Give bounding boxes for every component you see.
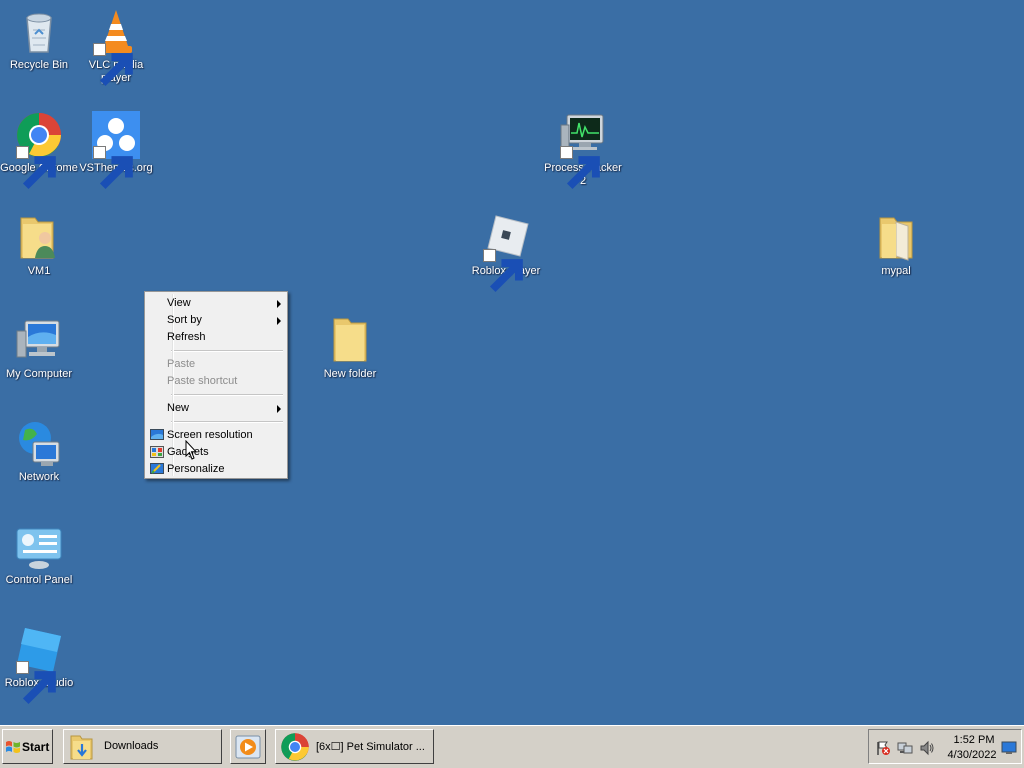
desktop-icon-google-chrome[interactable]: Google Chrome bbox=[0, 111, 78, 190]
menu-item-label: Refresh bbox=[167, 331, 206, 343]
submenu-arrow-icon bbox=[277, 405, 281, 413]
personalize-icon bbox=[150, 463, 164, 474]
menu-item-sort-by[interactable]: Sort by bbox=[147, 312, 285, 329]
shortcut-arrow-icon bbox=[560, 146, 600, 190]
desktop-icon-process-hacker[interactable]: Process Hacker 2 bbox=[544, 111, 622, 190]
desktop-icon-label: VM1 bbox=[27, 265, 51, 277]
desktop-icon-network[interactable]: Network bbox=[0, 420, 78, 484]
taskbar-button-chrome[interactable]: [6x☐] Pet Simulator ... bbox=[275, 729, 434, 764]
network-globe-icon bbox=[15, 420, 63, 468]
taskbar-button-media-player[interactable] bbox=[230, 729, 266, 764]
menu-item-new[interactable]: New bbox=[147, 400, 285, 417]
shortcut-arrow-icon bbox=[483, 249, 523, 293]
roblox-studio-icon bbox=[15, 626, 63, 705]
clock-time[interactable]: 1:52 PM bbox=[953, 734, 995, 746]
desktop[interactable]: Recycle Bin VLC media player Google Chro… bbox=[0, 0, 1024, 725]
desktop-icon-control-panel[interactable]: Control Panel bbox=[0, 523, 78, 587]
menu-item-label: Paste shortcut bbox=[167, 375, 238, 387]
start-label: Start bbox=[22, 740, 50, 754]
menu-item-gadgets[interactable]: Gadgets bbox=[147, 444, 285, 461]
menu-item-label: Screen resolution bbox=[167, 429, 253, 441]
folder-icon bbox=[326, 317, 374, 365]
menu-separator bbox=[171, 350, 283, 352]
desktop-icon-mypal[interactable]: mypal bbox=[857, 214, 935, 278]
menu-item-label: Sort by bbox=[167, 314, 202, 326]
desktop-icon-roblox-studio[interactable]: Roblox Studio bbox=[0, 626, 78, 705]
shortcut-arrow-icon bbox=[16, 146, 56, 190]
process-hacker-monitor-icon bbox=[559, 111, 607, 190]
submenu-arrow-icon bbox=[277, 300, 281, 308]
menu-separator bbox=[171, 394, 283, 396]
desktop-icon-label: Recycle Bin bbox=[9, 59, 69, 71]
menu-item-personalize[interactable]: Personalize bbox=[147, 461, 285, 478]
shortcut-arrow-icon bbox=[93, 146, 133, 190]
clock-date[interactable]: 4/30/2022 bbox=[947, 749, 997, 761]
gadgets-icon bbox=[150, 446, 164, 458]
desktop-icon-label: Network bbox=[18, 471, 60, 483]
menu-item-paste[interactable]: Paste bbox=[147, 356, 285, 373]
chrome-icon bbox=[281, 733, 309, 761]
desktop-context-menu: View Sort by Refresh Paste Paste shortcu… bbox=[144, 291, 288, 479]
task-label: [6x☐] Pet Simulator ... bbox=[316, 741, 425, 753]
folder-icon bbox=[872, 214, 920, 262]
menu-item-label: New bbox=[167, 402, 190, 414]
desktop-icon-roblox-player[interactable]: Roblox Player bbox=[467, 214, 545, 293]
menu-item-paste-shortcut[interactable]: Paste shortcut bbox=[147, 373, 285, 390]
roblox-player-icon bbox=[482, 214, 530, 293]
task-label: Downloads bbox=[104, 740, 159, 752]
system-tray: 1:52 PM 4/30/2022 bbox=[868, 729, 1022, 764]
computer-monitor-icon bbox=[15, 317, 63, 365]
desktop-icon-vlc-media-player[interactable]: VLC media player bbox=[77, 8, 155, 87]
menu-item-label: Personalize bbox=[167, 463, 225, 475]
desktop-icon-my-computer[interactable]: My Computer bbox=[0, 317, 78, 381]
taskbar-button-downloads[interactable]: Downloads bbox=[63, 729, 222, 764]
menu-item-label: Paste bbox=[167, 358, 196, 370]
menu-item-refresh[interactable]: Refresh bbox=[147, 329, 285, 346]
vsthemes-icon bbox=[92, 111, 140, 190]
start-button[interactable]: Start bbox=[2, 729, 53, 764]
control-panel-icon bbox=[15, 523, 63, 571]
show-desktop-icon[interactable] bbox=[1001, 740, 1017, 756]
shortcut-arrow-icon bbox=[93, 43, 133, 87]
shortcut-arrow-icon bbox=[16, 661, 56, 705]
user-folder-icon bbox=[15, 214, 63, 262]
mouse-cursor-icon bbox=[185, 440, 198, 460]
folder-icon bbox=[70, 735, 93, 760]
menu-item-screen-resolution[interactable]: Screen resolution bbox=[147, 427, 285, 444]
desktop-icon-label: My Computer bbox=[5, 368, 73, 380]
volume-icon[interactable] bbox=[919, 740, 935, 756]
desktop-icon-vm1[interactable]: VM1 bbox=[0, 214, 78, 278]
menu-item-label: View bbox=[167, 297, 191, 309]
media-player-icon bbox=[235, 735, 261, 759]
menu-item-view[interactable]: View bbox=[147, 295, 285, 312]
desktop-icon-new-folder[interactable]: New folder bbox=[311, 317, 389, 381]
desktop-icon-label: New folder bbox=[323, 368, 377, 380]
screen-resolution-icon bbox=[150, 429, 164, 440]
desktop-icon-label: mypal bbox=[881, 265, 911, 277]
desktop-icon-recycle-bin[interactable]: Recycle Bin bbox=[0, 8, 78, 72]
taskbar: Start Downloads [6x☐] Pet Simulator ... bbox=[0, 725, 1024, 768]
vlc-cone-icon bbox=[92, 8, 140, 87]
desktop-icon-vsthemes[interactable]: VSThemes.org bbox=[77, 111, 155, 190]
submenu-arrow-icon bbox=[277, 317, 281, 325]
desktop-icon-label: Control Panel bbox=[5, 574, 73, 586]
recycle-bin-icon bbox=[15, 8, 63, 56]
chrome-icon bbox=[15, 111, 63, 190]
action-center-flag-icon[interactable] bbox=[875, 740, 891, 756]
windows-logo-icon bbox=[6, 741, 20, 753]
menu-separator bbox=[171, 421, 283, 423]
network-icon[interactable] bbox=[897, 740, 913, 756]
